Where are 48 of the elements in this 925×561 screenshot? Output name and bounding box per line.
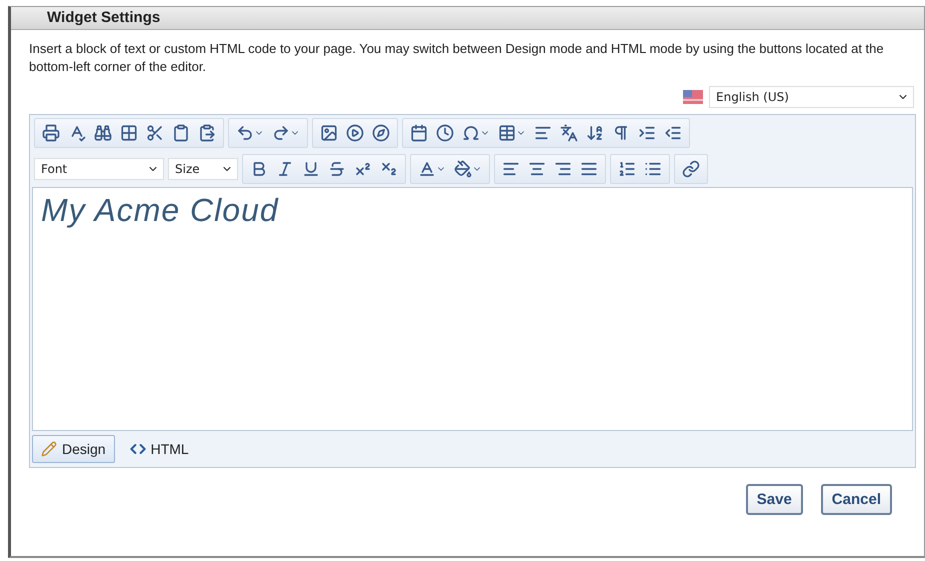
save-button[interactable]: Save xyxy=(746,484,803,515)
window-title: Widget Settings xyxy=(11,7,924,30)
grid-icon xyxy=(120,124,138,142)
description-text: Insert a block of text or custom HTML code to your page. You may switch between Design mode and HTML mode by using the buttons located at the bottom-left corner of the editor. xyxy=(29,40,885,76)
mode-tab[interactable]: HTML xyxy=(120,435,198,463)
indent-icon xyxy=(638,124,656,142)
bullet-list-icon xyxy=(644,160,662,178)
strikethrough-icon xyxy=(328,160,346,178)
text-color-icon xyxy=(418,160,436,178)
sort-letters-icon xyxy=(586,124,604,142)
undo-icon xyxy=(236,124,254,142)
letters-icon xyxy=(560,124,578,142)
mode-tab[interactable]: Design xyxy=(32,435,115,463)
align-right-icon xyxy=(554,160,572,178)
paint-bucket-icon xyxy=(454,160,472,178)
clock-icon xyxy=(436,124,454,142)
font-select[interactable]: Font xyxy=(34,158,164,180)
code-icon xyxy=(130,441,146,457)
binoculars-icon xyxy=(94,124,112,142)
language-select[interactable]: English (US) xyxy=(709,86,914,108)
scissors-icon xyxy=(146,124,164,142)
print-icon xyxy=(42,124,60,142)
table-icon xyxy=(498,124,516,142)
align-left-icon xyxy=(502,160,520,178)
align-center-icon xyxy=(528,160,546,178)
calendar-icon xyxy=(410,124,428,142)
link-icon xyxy=(682,160,700,178)
pilcrow-icon xyxy=(612,124,630,142)
cancel-button[interactable]: Cancel xyxy=(820,484,892,515)
image-icon xyxy=(320,124,338,142)
pencil-icon xyxy=(41,441,57,457)
clipboard-icon xyxy=(172,124,190,142)
redo-icon xyxy=(272,124,290,142)
play-icon xyxy=(346,124,364,142)
superscript-icon xyxy=(354,160,372,178)
underline-icon xyxy=(302,160,320,178)
editor-content[interactable]: My Acme Cloud xyxy=(32,187,913,431)
size-select[interactable]: Size xyxy=(168,158,238,180)
omega-icon xyxy=(462,124,480,142)
align-justify-icon xyxy=(580,160,598,178)
compass-icon xyxy=(372,124,390,142)
paragraph-lines-icon xyxy=(534,124,552,142)
paste-icon xyxy=(198,124,216,142)
subscript-icon xyxy=(380,160,398,178)
italic-icon xyxy=(276,160,294,178)
flag-icon xyxy=(683,90,703,104)
numbered-list-icon xyxy=(618,160,636,178)
outdent-icon xyxy=(664,124,682,142)
